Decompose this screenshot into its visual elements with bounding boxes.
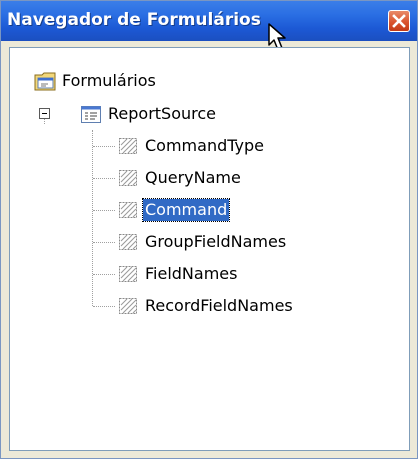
tree-node-label: QueryName [145, 168, 241, 187]
navigator-tree-panel[interactable]: Formulários ReportSource CommandType Que… [9, 47, 410, 451]
hidden-control-icon [119, 202, 137, 218]
form-navigator-window: Navegador de Formulários Formulários Rep… [0, 0, 418, 459]
tree-connector [93, 146, 115, 147]
close-button[interactable] [388, 10, 410, 32]
tree-node-label: Command [141, 198, 231, 222]
tree-connector [93, 306, 115, 307]
tree-node-label: FieldNames [145, 264, 238, 283]
hidden-control-icon [119, 266, 137, 282]
tree-node-forms-root[interactable]: Formulários [34, 67, 158, 95]
tree-node-label: GroupFieldNames [145, 232, 287, 251]
tree-node-label: CommandType [145, 136, 264, 155]
tree-node-label: RecordFieldNames [145, 296, 293, 315]
tree-node-control[interactable]: QueryName [117, 164, 243, 192]
hidden-control-icon [119, 298, 137, 314]
title-bar[interactable]: Navegador de Formulários [1, 1, 417, 41]
tree-node-control[interactable]: RecordFieldNames [117, 292, 295, 320]
tree-node-label: Formulários [62, 71, 156, 90]
window-title: Navegador de Formulários [7, 10, 261, 30]
tree-connector [92, 130, 93, 306]
hidden-control-icon [119, 234, 137, 250]
tree-node-control[interactable]: CommandType [117, 132, 266, 160]
tree-node-control[interactable]: FieldNames [117, 260, 239, 288]
tree-connector [93, 274, 115, 275]
tree-node-control[interactable]: GroupFieldNames [117, 228, 288, 256]
close-icon [392, 14, 406, 28]
forms-folder-icon [34, 72, 56, 91]
tree-connector [93, 178, 115, 179]
tree-node-control-selected[interactable]: Command [117, 196, 231, 224]
hidden-control-icon [119, 170, 137, 186]
tree-node-label: ReportSource [108, 104, 216, 123]
tree-connector [93, 210, 115, 211]
tree-connector [93, 242, 115, 243]
form-icon [81, 106, 101, 123]
tree-node-form[interactable]: ReportSource [80, 100, 218, 128]
collapse-toggle[interactable] [39, 108, 50, 119]
hidden-control-icon [119, 138, 137, 154]
